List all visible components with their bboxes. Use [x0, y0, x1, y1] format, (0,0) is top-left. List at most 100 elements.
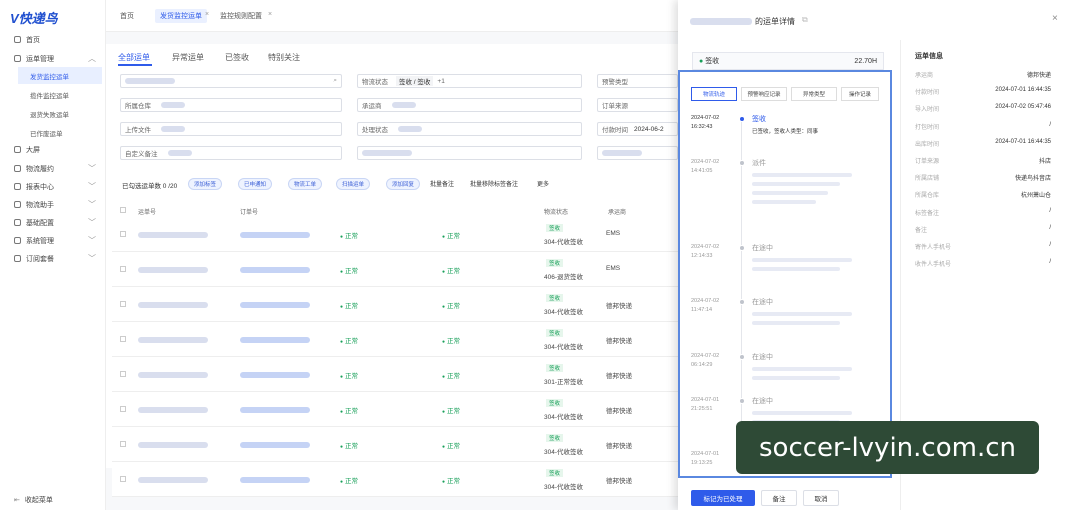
sidebar-item-screen[interactable]: 大屏	[0, 141, 106, 158]
logistics-status-select[interactable]: 物流状态 签收 / 签收 +1	[357, 74, 582, 88]
timeline-dot	[740, 399, 744, 403]
sidebar-item-subscription[interactable]: 订阅套餐 ﹀	[0, 250, 106, 267]
sidebar-sub-voided[interactable]: 已作废运单	[18, 124, 102, 141]
info-value: /	[1049, 207, 1051, 214]
status-badge: 签收	[546, 224, 564, 232]
close-icon[interactable]: ×	[205, 11, 209, 18]
table-row[interactable]: 正常 正常 签收 304-代收签收 德邦快递	[112, 428, 678, 462]
timeline-title: 在途中	[752, 354, 773, 361]
pay-time-field[interactable]: 付款时间 2024-06-2	[597, 122, 678, 136]
status-normal: 正常	[340, 335, 358, 345]
sidebar-item-reports[interactable]: 报表中心 ﹀	[0, 178, 106, 195]
timeline-title: 在途中	[752, 299, 773, 306]
row-checkbox[interactable]	[120, 231, 126, 237]
list-icon	[14, 55, 21, 62]
handle-status-select[interactable]: 处理状态	[357, 122, 582, 136]
close-icon[interactable]: ×	[268, 11, 272, 18]
sidebar-item-home[interactable]: 首页	[0, 31, 106, 48]
table-row[interactable]: 正常 正常 签收 301-正常签收 德邦快递	[112, 358, 678, 392]
tab-abnormal[interactable]: 异常运单	[172, 52, 204, 63]
waybill-search-input[interactable]: ⌕	[120, 74, 342, 88]
tab-followed[interactable]: 特别关注	[268, 52, 300, 63]
tab-warn-record[interactable]: 预警响应记录	[741, 87, 787, 101]
row-checkbox[interactable]	[120, 406, 126, 412]
status-normal: 正常	[442, 440, 460, 450]
chevron-down-icon: ﹀	[88, 164, 96, 173]
remark-button[interactable]: 备注	[761, 490, 797, 506]
reply-button[interactable]: 添加回复	[386, 178, 421, 190]
scan-button[interactable]: 扫描运单	[336, 178, 371, 190]
selected-count: 已勾选运单数 0 /20	[122, 183, 178, 190]
row-checkbox[interactable]	[120, 371, 126, 377]
carrier: 德邦快递	[606, 373, 632, 380]
row-checkbox[interactable]	[120, 301, 126, 307]
row-checkbox[interactable]	[120, 336, 126, 342]
ticket-button[interactable]: 物流工单	[288, 178, 323, 190]
timeline-date: 2024-07-01 21:25:51	[691, 397, 720, 412]
breadcrumb-rule-config[interactable]: 监控规则配置	[220, 11, 262, 21]
carrier: EMS	[606, 230, 621, 237]
select-all-checkbox[interactable]	[120, 207, 126, 213]
table-row[interactable]: 正常 正常 签收 304-代收签收 德邦快递	[112, 393, 678, 427]
cancel-button[interactable]: 取消	[803, 490, 839, 506]
filter-select[interactable]	[597, 146, 678, 160]
status-normal: 正常	[340, 265, 358, 275]
upload-file-field[interactable]: 上传文件	[120, 122, 342, 136]
status-normal: 正常	[340, 230, 358, 240]
chevron-down-icon: ﹀	[88, 254, 96, 263]
timeline-text: 已签收，签收人类型：同事	[752, 129, 819, 135]
tab-signed[interactable]: 已签收	[225, 52, 249, 63]
tab-tracking[interactable]: 物流轨迹	[691, 87, 737, 101]
batch-remove-button[interactable]: 批量移除标签备注	[470, 179, 518, 188]
notify-button[interactable]: 已申通知	[238, 178, 273, 190]
sidebar-item-waybill[interactable]: 运单管理 ︿	[0, 50, 106, 67]
carrier: 德邦快递	[606, 303, 632, 310]
warn-type-select[interactable]: 预警类型	[597, 74, 678, 88]
chevron-down-icon: ﹀	[88, 182, 96, 191]
info-key: 所属店铺	[915, 176, 940, 183]
table-row[interactable]: 正常 正常 签收 304-代收签收 德邦快递	[112, 463, 678, 497]
tab-operation-record[interactable]: 操作记录	[841, 87, 879, 101]
warehouse-select[interactable]: 所属仓库	[120, 98, 342, 112]
status-code: 301-正常签收	[544, 379, 584, 386]
filter-select[interactable]	[357, 146, 582, 160]
status-normal: 正常	[442, 475, 460, 485]
package-icon	[14, 255, 21, 262]
sidebar-item-config[interactable]: 基础配置 ﹀	[0, 214, 106, 231]
sidebar-item-assistant[interactable]: 物流助手 ﹀	[0, 196, 106, 213]
table-header: 运单号 订单号 物流状态 承运商	[112, 202, 678, 218]
info-key: 导入时间	[915, 107, 940, 114]
row-checkbox[interactable]	[120, 476, 126, 482]
timeline-dot	[740, 355, 744, 359]
table-row[interactable]: 正常 正常 签收 304-代收签收 EMS	[112, 218, 678, 252]
order-source-select[interactable]: 订单来源	[597, 98, 678, 112]
info-value: 德邦快递	[1026, 73, 1051, 79]
batch-remark-button[interactable]: 批量备注	[430, 179, 454, 188]
copy-icon[interactable]: ⧉	[802, 15, 808, 25]
table-row[interactable]: 正常 正常 签收 304-代收签收 德邦快递	[112, 288, 678, 322]
tab-all[interactable]: 全部运单	[118, 52, 150, 63]
mark-handled-button[interactable]: 标记为已处理	[691, 490, 755, 506]
info-value: /	[1049, 121, 1051, 128]
breadcrumb-shipping-monitor[interactable]: 发货监控运单	[155, 9, 207, 23]
sidebar-sub-pickup-monitor[interactable]: 揽件监控运单	[18, 86, 102, 103]
breadcrumb-home[interactable]: 首页	[120, 11, 134, 21]
close-icon[interactable]: ×	[1052, 13, 1058, 24]
timeline-date: 2024-07-02 06:14:29	[691, 353, 720, 368]
tab-abnormal-type[interactable]: 异常类型	[791, 87, 837, 101]
row-checkbox[interactable]	[120, 441, 126, 447]
table-row[interactable]: 正常 正常 签收 406-退货签收 EMS	[112, 253, 678, 287]
sidebar-item-system[interactable]: 系统管理 ﹀	[0, 232, 106, 249]
timeline-date: 2024-07-02 12:14:33	[691, 244, 720, 259]
add-tag-button[interactable]: 添加标签	[188, 178, 223, 190]
sidebar-sub-return-failed[interactable]: 退货失败运单	[18, 105, 102, 122]
more-button[interactable]: 更多	[537, 179, 549, 188]
custom-remark-field[interactable]: 自定义备注	[120, 146, 342, 160]
carrier-select[interactable]: 承运商	[357, 98, 582, 112]
sidebar-item-fulfillment[interactable]: 物流履约 ﹀	[0, 160, 106, 177]
collapse-menu-button[interactable]: ⇤ 收起菜单	[0, 491, 106, 508]
sidebar-sub-shipping-monitor[interactable]: 发货监控运单	[18, 67, 102, 84]
info-value: 2024-07-01 16:44:35	[995, 87, 1051, 94]
table-row[interactable]: 正常 正常 签收 304-代收签收 德邦快递	[112, 323, 678, 357]
row-checkbox[interactable]	[120, 266, 126, 272]
